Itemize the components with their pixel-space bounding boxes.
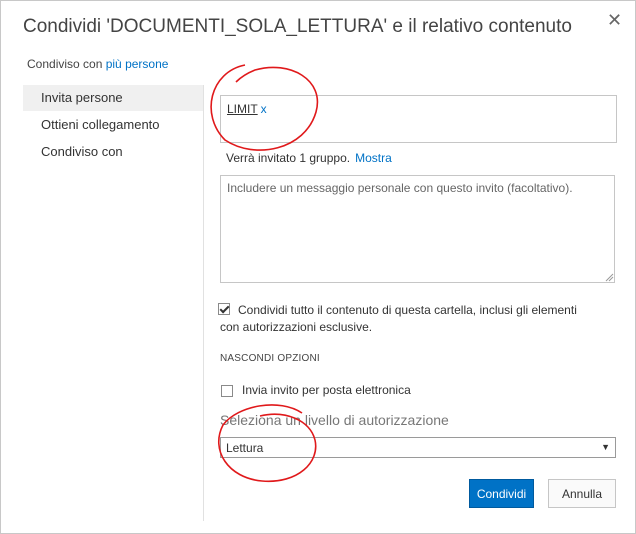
people-picker[interactable]: LIMIT x xyxy=(220,95,617,143)
nav-get-link[interactable]: Ottieni collegamento xyxy=(23,112,203,138)
invite-count-text: Verrà invitato 1 gruppo. xyxy=(226,151,351,165)
shared-with-info: Condiviso con più persone xyxy=(27,57,168,71)
send-email-checkbox[interactable] xyxy=(221,385,233,397)
nav-shared-with[interactable]: Condiviso con xyxy=(23,139,203,165)
token-remove-icon[interactable]: x xyxy=(261,102,267,116)
send-email-label: Invia invito per posta elettronica xyxy=(242,383,411,397)
share-dialog: Condividi 'DOCUMENTI_SOLA_LETTURA' e il … xyxy=(0,0,636,534)
invite-count-info: Verrà invitato 1 gruppo. Mostra xyxy=(226,151,392,165)
people-token: LIMIT x xyxy=(227,102,267,116)
show-link[interactable]: Mostra xyxy=(355,151,392,165)
dropdown-arrow-icon: ▼ xyxy=(601,442,610,452)
hide-options-link[interactable]: NASCONDI OPZIONI xyxy=(220,353,320,364)
cancel-button[interactable]: Annulla xyxy=(548,479,616,508)
vertical-divider xyxy=(203,85,204,521)
permission-selected-value: Lettura xyxy=(226,441,264,455)
shared-with-link[interactable]: più persone xyxy=(106,57,169,71)
dialog-title: Condividi 'DOCUMENTI_SOLA_LETTURA' e il … xyxy=(23,16,572,37)
permission-level-label: Seleziona un livello di autorizzazione xyxy=(220,412,449,428)
nav-invite-people[interactable]: Invita persone xyxy=(23,85,203,111)
close-icon[interactable]: ✕ xyxy=(607,11,622,29)
share-all-label-line2: con autorizzazioni esclusive. xyxy=(220,320,373,334)
token-name[interactable]: LIMIT xyxy=(227,102,258,116)
resize-grip-icon[interactable] xyxy=(605,273,614,282)
sidebar-nav: Invita persone Ottieni collegamento Cond… xyxy=(23,85,203,166)
share-all-label-line1: Condividi tutto il contenuto di questa c… xyxy=(238,303,577,317)
shared-with-prefix: Condiviso con xyxy=(27,57,103,71)
share-all-checkbox[interactable] xyxy=(218,303,230,315)
permission-level-select[interactable]: Lettura ▼ xyxy=(220,437,616,458)
share-button[interactable]: Condividi xyxy=(469,479,534,508)
personal-message-field[interactable] xyxy=(220,175,615,283)
